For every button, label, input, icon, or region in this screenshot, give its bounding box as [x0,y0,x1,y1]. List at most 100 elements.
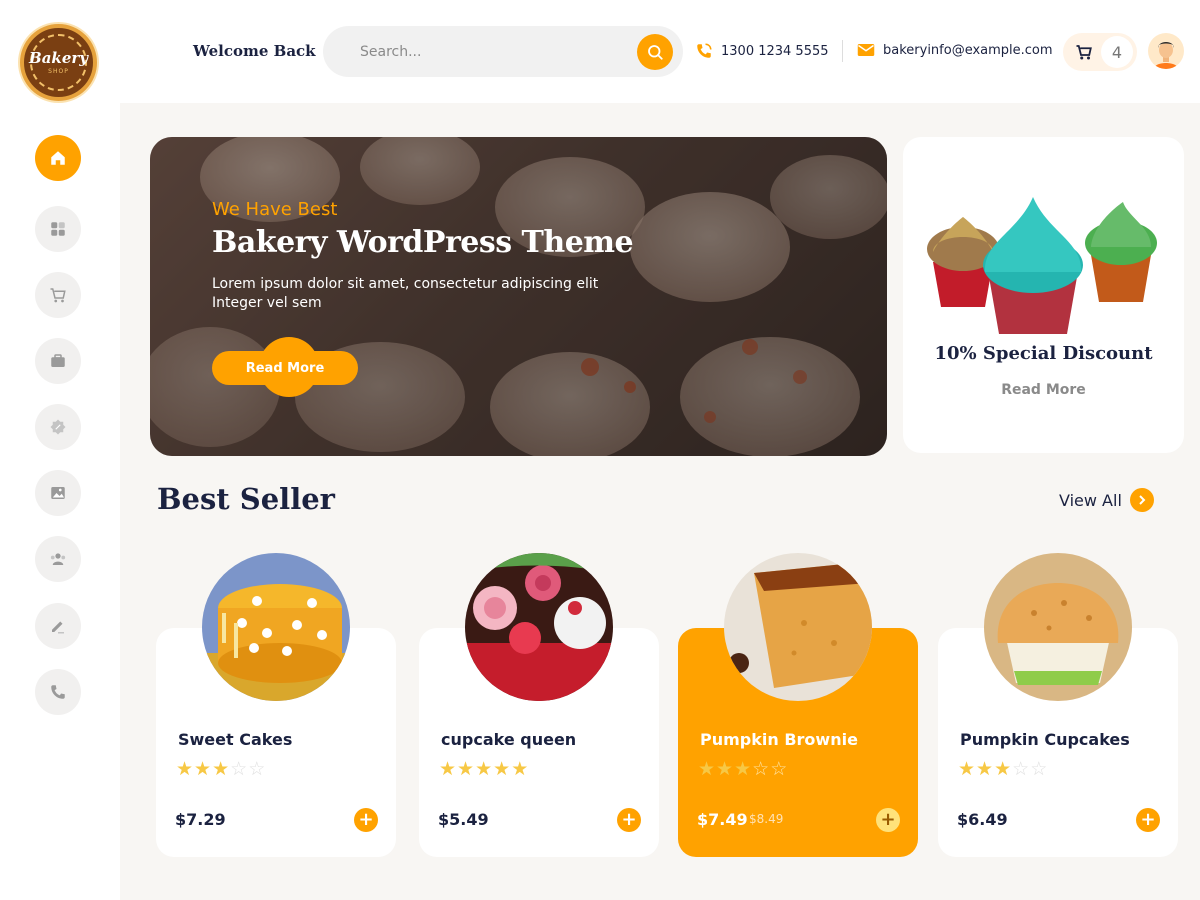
phone-ring-icon [697,43,712,58]
add-to-cart-button[interactable]: + [876,808,900,832]
home-icon [51,151,65,165]
view-all-link[interactable]: View All [1059,488,1154,512]
mail-icon [857,44,875,56]
star-empty-icon: ☆ [248,758,266,780]
hero-description: Lorem ipsum dolor sit amet, consectetur … [212,276,599,311]
email-contact[interactable]: bakeryinfo@example.com [857,42,1053,58]
product-price: $5.49 [438,810,489,829]
logo-subtitle: SHOP [48,67,69,75]
product-name[interactable]: cupcake queen [441,730,576,749]
view-all-label: View All [1059,490,1122,510]
top-header: Welcome Back 1300 1234 5555 bakeryinfo@e… [120,0,1200,103]
star-empty-icon: ☆ [752,758,770,780]
logo-badge: Bakery SHOP [29,34,88,91]
star-filled-icon: ★ [194,758,212,780]
star-filled-icon: ★ [976,758,994,780]
star-filled-icon: ★ [457,758,475,780]
promo-read-more-link[interactable]: Read More [903,382,1184,398]
chevron-right-icon [1129,488,1154,512]
product-name[interactable]: Sweet Cakes [178,730,292,749]
welcome-text: Welcome Back [193,42,316,60]
product-name[interactable]: Pumpkin Cupcakes [960,730,1130,749]
star-filled-icon: ★ [475,758,493,780]
star-filled-icon: ★ [734,758,752,780]
product-card[interactable]: cupcake queen ★ ★ ★ ★ ★ $5.49 + [419,553,659,857]
hero-banner: We Have Best Bakery WordPress Theme Lore… [150,137,887,456]
edit-icon [52,621,64,634]
add-to-cart-button[interactable]: + [617,808,641,832]
star-filled-icon: ★ [176,758,194,780]
grid-icon [51,222,65,236]
phone-icon [51,685,65,699]
product-price: $7.49 [697,810,748,829]
sidebar-item-gallery[interactable] [35,470,81,516]
search-button[interactable] [637,34,673,70]
sidebar-item-offers[interactable] [35,404,81,450]
star-filled-icon: ★ [212,758,230,780]
product-image [202,553,350,701]
add-to-cart-button[interactable]: + [1136,808,1160,832]
add-to-cart-button[interactable]: + [354,808,378,832]
product-card[interactable]: Sweet Cakes ★ ★ ★ ☆ ☆ $7.29 + [156,553,396,857]
phone-contact[interactable]: 1300 1234 5555 [695,42,829,60]
cart-button[interactable]: 4 [1063,33,1137,71]
star-filled-icon: ★ [958,758,976,780]
star-empty-icon: ☆ [1012,758,1030,780]
avatar-illustration [1154,42,1178,69]
pumpkin-cupcakes-image [984,553,1132,701]
star-filled-icon: ★ [493,758,511,780]
hero-title: Bakery WordPress Theme [212,225,634,260]
product-old-price: $8.49 [749,812,784,826]
product-image [724,553,872,701]
hero-tagline: We Have Best [212,199,338,220]
star-empty-icon: ☆ [1030,758,1048,780]
star-empty-icon: ☆ [770,758,788,780]
pumpkin-brownie-image [724,553,872,701]
sweet-cake-image [202,553,350,701]
image-icon [51,487,65,499]
star-rating: ★ ★ ★ ☆ ☆ [176,759,265,779]
product-card[interactable]: Pumpkin Cupcakes ★ ★ ★ ☆ ☆ $6.49 + [938,553,1178,857]
email-address: bakeryinfo@example.com [883,42,1053,58]
sidebar-item-contact[interactable] [35,669,81,715]
header-divider [842,40,843,62]
cupcake-queen-image [465,553,613,701]
sidebar-item-dashboard[interactable] [35,206,81,252]
star-rating: ★ ★ ★ ☆ ☆ [958,759,1047,779]
hero-read-more-button[interactable]: Read More [212,351,358,385]
star-filled-icon: ★ [994,758,1012,780]
sidebar-item-home[interactable] [35,135,81,181]
sidebar-item-blog[interactable] [35,603,81,649]
cupcakes-image [927,197,1157,334]
star-rating: ★ ★ ★ ☆ ☆ [698,759,787,779]
product-image [984,553,1132,701]
star-filled-icon: ★ [716,758,734,780]
discount-badge-icon [50,419,66,435]
bakery-logo[interactable]: Bakery SHOP [20,24,97,101]
star-rating: ★ ★ ★ ★ ★ [439,759,528,779]
phone-number: 1300 1234 5555 [721,43,829,59]
star-filled-icon: ★ [698,758,716,780]
logo-title: Bakery [29,48,88,67]
sidebar-item-team[interactable] [35,536,81,582]
product-card-featured[interactable]: Pumpkin Brownie ★ ★ ★ ☆ ☆ $7.49 $8.49 + [678,553,918,857]
product-name[interactable]: Pumpkin Brownie [700,730,858,749]
search-bar [323,26,683,77]
product-price: $7.29 [175,810,226,829]
cart-icon [50,288,66,303]
discount-promo-card: 10% Special Discount Read More [903,137,1184,453]
sidebar: Bakery SHOP [0,0,120,900]
promo-title: 10% Special Discount [934,343,1153,364]
star-empty-icon: ☆ [230,758,248,780]
user-avatar[interactable] [1148,33,1184,69]
search-input[interactable] [323,26,623,77]
cart-icon [1076,45,1092,60]
sidebar-item-cart[interactable] [35,272,81,318]
product-price: $6.49 [957,810,1008,829]
star-filled-icon: ★ [511,758,529,780]
sidebar-item-portfolio[interactable] [35,338,81,384]
users-icon [50,553,66,565]
product-image [465,553,613,701]
briefcase-icon [51,354,65,367]
star-filled-icon: ★ [439,758,457,780]
